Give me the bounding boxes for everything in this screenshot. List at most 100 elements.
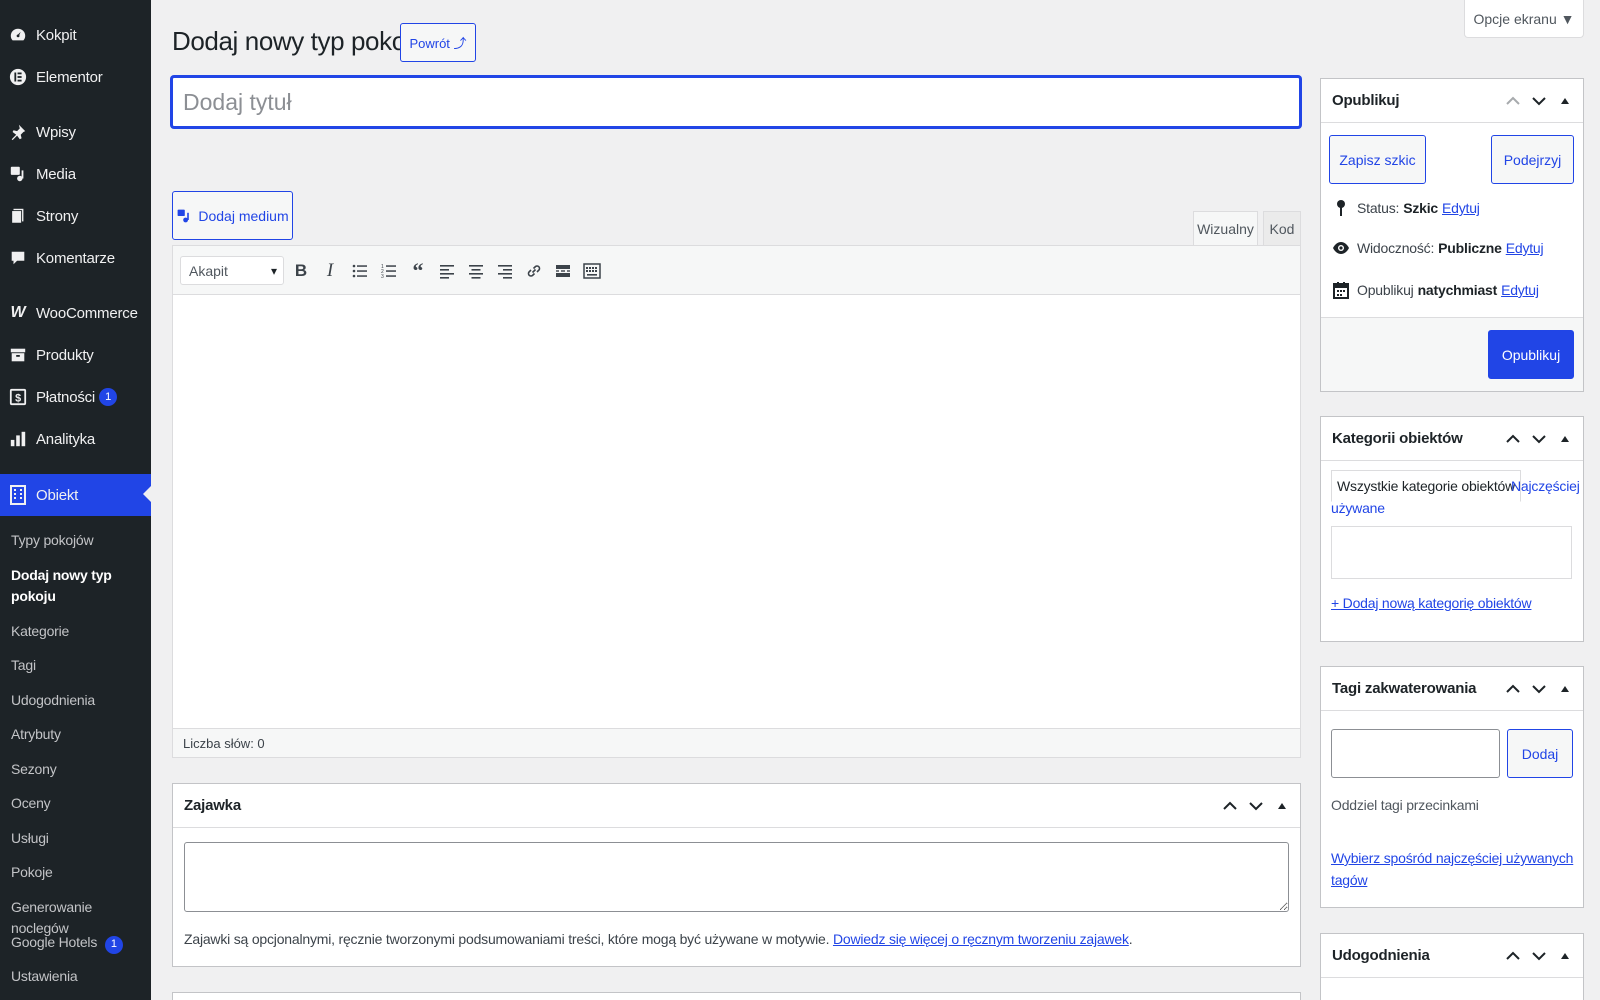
add-category-link[interactable]: + Dodaj nową kategorię obiektów — [1331, 595, 1532, 611]
toolbar-toggle-icon[interactable] — [580, 259, 604, 283]
submenu-typy-pokojow[interactable]: Typy pokojów — [11, 530, 145, 551]
menu-item-strony[interactable]: Strony — [0, 196, 151, 236]
menu-item-platnosci[interactable]: $ Płatności 1 — [0, 377, 151, 417]
align-center-icon[interactable] — [464, 259, 488, 283]
move-down-icon[interactable] — [1527, 90, 1551, 112]
move-up-icon[interactable] — [1501, 945, 1525, 967]
move-up-icon[interactable] — [1218, 795, 1242, 817]
collapse-icon[interactable] — [1553, 678, 1577, 700]
svg-text:$: $ — [15, 393, 21, 405]
visibility-value: Publiczne — [1438, 240, 1502, 256]
excerpt-help-end: . — [1128, 931, 1133, 947]
excerpt-textarea[interactable] — [184, 842, 1289, 912]
submenu-uslugi[interactable]: Usługi — [11, 828, 145, 849]
move-up-icon[interactable] — [1501, 678, 1525, 700]
collapse-icon[interactable] — [1270, 795, 1294, 817]
handle-actions — [1501, 90, 1577, 112]
publish-actions: Opublikuj — [1321, 317, 1583, 391]
menu-label: Produkty — [36, 346, 94, 364]
dollar-icon: $ — [8, 387, 28, 407]
next-box — [172, 992, 1301, 1000]
choose-popular-tags-link[interactable]: Wybierz spośród najczęściej używanych — [1331, 850, 1573, 866]
tab-all-categories[interactable]: Wszystkie kategorie obiektów — [1331, 470, 1522, 502]
menu-label: Analityka — [36, 430, 96, 448]
submenu-tagi[interactable]: Tagi — [11, 655, 145, 676]
move-down-icon[interactable] — [1527, 428, 1551, 450]
align-right-icon[interactable] — [493, 259, 517, 283]
menu-item-elementor[interactable]: Elementor — [0, 57, 151, 97]
move-down-icon[interactable] — [1527, 945, 1551, 967]
edit-visibility-link[interactable]: Edytuj — [1506, 240, 1544, 256]
content-editor: Akapit B I 123 “ Liczba słów: 0 — [172, 245, 1301, 758]
menu-item-obiekt[interactable]: Obiekt — [0, 474, 151, 516]
menu-label: Płatności — [36, 388, 96, 406]
save-draft-button[interactable]: Zapisz szkic — [1329, 135, 1426, 184]
preview-button[interactable]: Podejrzyj — [1491, 135, 1574, 184]
choose-popular-tags-link-2[interactable]: tagów — [1331, 872, 1368, 888]
tags-header: Tagi zakwaterowania — [1321, 667, 1583, 711]
excerpt-help-text: Zajawki są opcjonalnymi, ręcznie tworzon… — [184, 931, 830, 947]
menu-item-woocommerce[interactable]: W WooCommerce — [0, 293, 151, 333]
blockquote-icon[interactable]: “ — [406, 258, 430, 283]
collapse-icon[interactable] — [1553, 90, 1577, 112]
move-down-icon[interactable] — [1527, 678, 1551, 700]
submenu-oceny[interactable]: Oceny — [11, 793, 145, 814]
publish-time-value: natychmiast — [1417, 282, 1498, 298]
menu-label: Kokpit — [36, 26, 77, 44]
back-button[interactable]: Powrót ⤴ — [400, 23, 476, 62]
edit-publish-time-link[interactable]: Edytuj — [1501, 282, 1539, 298]
title-input[interactable] — [171, 76, 1301, 128]
menu-item-komentarze[interactable]: Komentarze — [0, 238, 151, 278]
publish-button[interactable]: Opublikuj — [1488, 330, 1574, 379]
submenu-kategorie[interactable]: Kategorie — [11, 621, 145, 642]
tab-popular-categories-2[interactable]: używane — [1331, 500, 1385, 516]
submenu-sezony[interactable]: Sezony — [11, 759, 145, 780]
bullet-list-icon[interactable] — [348, 259, 372, 283]
menu-label: Media — [36, 165, 76, 183]
menu-item-analityka[interactable]: Analityka — [0, 419, 151, 459]
amenities-box: Udogodnienia — [1320, 933, 1584, 1000]
bold-icon[interactable]: B — [289, 259, 313, 283]
tab-visual[interactable]: Wizualny — [1193, 211, 1258, 245]
submenu-google-hotels[interactable]: Google Hotels 1 — [11, 932, 145, 954]
move-up-icon[interactable] — [1501, 90, 1525, 112]
submenu-pokoje[interactable]: Pokoje — [11, 862, 145, 883]
link-icon[interactable] — [522, 259, 546, 283]
submenu-udogodnienia[interactable]: Udogodnienia — [11, 690, 145, 711]
menu-item-kokpit[interactable]: Kokpit — [0, 15, 151, 55]
excerpt-title: Zajawka — [184, 797, 241, 814]
media-icon — [176, 207, 192, 225]
menu-item-produkty[interactable]: Produkty — [0, 335, 151, 375]
submenu-ustawienia[interactable]: Ustawienia — [11, 966, 145, 987]
read-more-icon[interactable] — [551, 259, 575, 283]
collapse-icon[interactable] — [1553, 428, 1577, 450]
submenu-dodaj-nowy-typ[interactable]: Dodaj nowy typ pokoju — [11, 565, 145, 607]
collapse-icon[interactable] — [1553, 945, 1577, 967]
excerpt-help-link[interactable]: Dowiedz się więcej o ręcznym tworzeniu z… — [833, 931, 1129, 947]
menu-label: Obiekt — [36, 486, 79, 504]
add-media-button[interactable]: Dodaj medium — [172, 191, 293, 240]
menu-item-wpisy[interactable]: Wpisy — [0, 112, 151, 152]
edit-status-link[interactable]: Edytuj — [1442, 200, 1480, 216]
italic-icon[interactable]: I — [318, 259, 342, 283]
page-title: Dodaj nowy typ pokoju — [172, 26, 426, 56]
screen-options-button[interactable]: Opcje ekranu ▼ — [1464, 0, 1584, 38]
visibility-label: Widoczność: — [1357, 240, 1435, 256]
tab-code[interactable]: Kod — [1263, 211, 1301, 245]
align-left-icon[interactable] — [435, 259, 459, 283]
add-tag-button[interactable]: Dodaj — [1507, 729, 1573, 778]
numbered-list-icon[interactable]: 123 — [377, 259, 401, 283]
editor-content-area[interactable] — [173, 295, 1300, 730]
visibility-row: Widoczność: Publiczne Edytuj — [1331, 240, 1544, 256]
submenu-atrybuty[interactable]: Atrybuty — [11, 724, 145, 745]
tab-popular-categories[interactable]: Najczęściej — [1511, 478, 1580, 494]
tag-input[interactable] — [1331, 729, 1500, 778]
move-up-icon[interactable] — [1501, 428, 1525, 450]
status-row: Status: Szkic Edytuj — [1331, 199, 1480, 217]
excerpt-header: Zajawka — [173, 784, 1300, 828]
menu-label: Elementor — [36, 68, 103, 86]
menu-item-media[interactable]: Media — [0, 154, 151, 194]
format-select[interactable]: Akapit — [180, 256, 284, 285]
publish-title: Opublikuj — [1332, 92, 1400, 109]
move-down-icon[interactable] — [1244, 795, 1268, 817]
